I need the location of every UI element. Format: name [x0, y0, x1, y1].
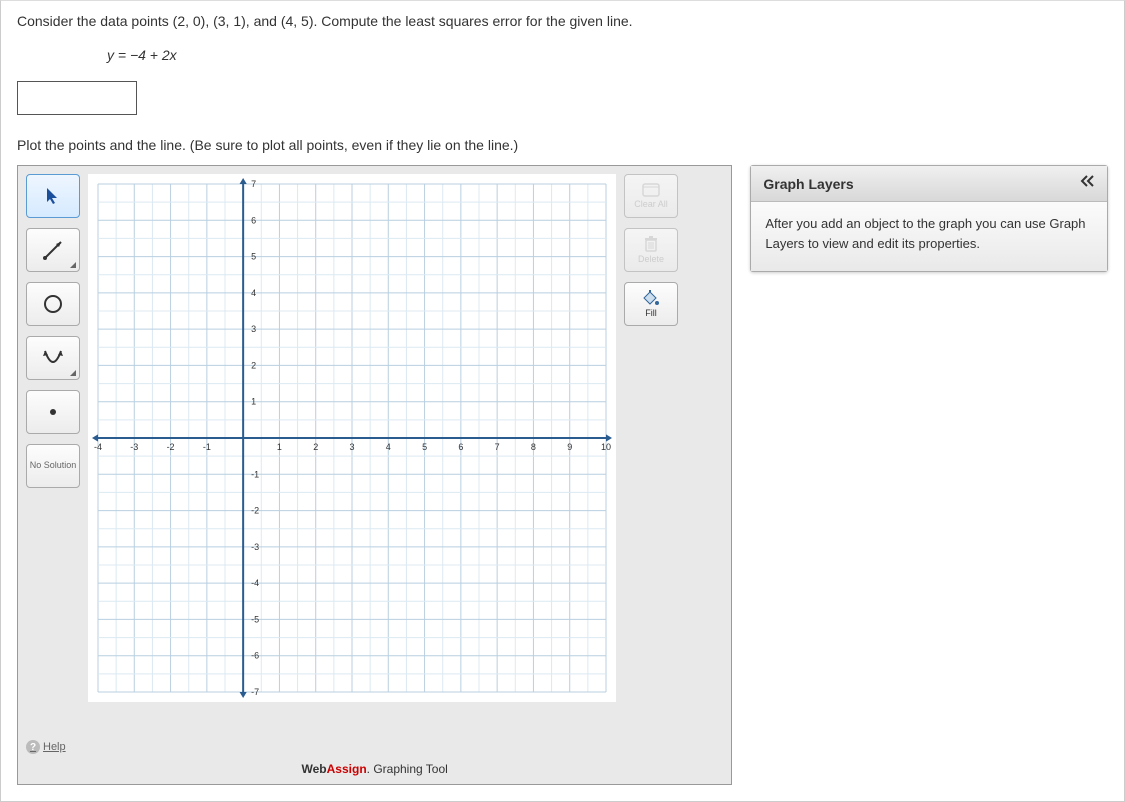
svg-text:2: 2 — [313, 442, 318, 452]
graph-footer: WebAssign. Graphing Tool — [26, 754, 723, 776]
delete-label: Delete — [638, 254, 664, 264]
pointer-icon — [44, 187, 62, 205]
parabola-icon — [42, 347, 64, 369]
question-container: Consider the data points (2, 0), (3, 1),… — [0, 0, 1125, 802]
svg-text:-6: -6 — [251, 651, 259, 661]
svg-text:-3: -3 — [251, 542, 259, 552]
graph-canvas[interactable]: -4 -3 -2 -1 1 2 3 4 5 6 7 8 9 10 -7 -6 -5 -4 -3 -2 -1 1 2 3 4 5 6 7 — [88, 174, 616, 702]
fill-label: Fill — [645, 308, 657, 318]
coordinate-grid: -4 -3 -2 -1 1 2 3 4 5 6 7 8 9 10 -7 -6 -5 -4 -3 -2 -1 1 2 3 4 5 6 7 — [88, 174, 616, 702]
brand-highlight: Assign — [327, 762, 367, 776]
svg-text:-5: -5 — [251, 614, 259, 624]
delete-button[interactable]: Delete — [624, 228, 678, 272]
point-icon — [47, 406, 59, 418]
brand-prefix: Web — [302, 762, 327, 776]
svg-text:-1: -1 — [251, 469, 259, 479]
clear-all-icon — [642, 183, 660, 197]
collapse-button[interactable] — [1079, 174, 1095, 193]
parabola-tool-button[interactable] — [26, 336, 80, 380]
help-icon: ? — [26, 740, 40, 754]
question-text: Consider the data points (2, 0), (3, 1),… — [17, 13, 1108, 29]
chevron-left-icon — [1079, 174, 1095, 188]
brand-suffix: . Graphing Tool — [367, 762, 448, 776]
svg-text:3: 3 — [251, 324, 256, 334]
svg-text:1: 1 — [251, 397, 256, 407]
svg-text:1: 1 — [277, 442, 282, 452]
svg-text:9: 9 — [567, 442, 572, 452]
svg-text:-4: -4 — [94, 442, 102, 452]
pointer-tool-button[interactable] — [26, 174, 80, 218]
graphing-tool-area: No Solution ? Help -4 -3 -2 -1 1 2 3 4 5 6 7 8 9 10 -7… — [17, 165, 1108, 785]
fill-icon — [643, 290, 659, 306]
svg-text:-7: -7 — [251, 687, 259, 697]
svg-text:3: 3 — [349, 442, 354, 452]
graph-layers-header: Graph Layers — [751, 166, 1107, 202]
plot-instruction: Plot the points and the line. (Be sure t… — [17, 137, 1108, 153]
svg-text:4: 4 — [386, 442, 391, 452]
graph-widget: No Solution ? Help -4 -3 -2 -1 1 2 3 4 5 6 7 8 9 10 -7… — [17, 165, 732, 785]
svg-text:6: 6 — [251, 215, 256, 225]
graph-layers-title: Graph Layers — [763, 176, 853, 192]
svg-text:-4: -4 — [251, 578, 259, 588]
help-link[interactable]: ? Help — [26, 740, 80, 754]
no-solution-button[interactable]: No Solution — [26, 444, 80, 488]
svg-text:4: 4 — [251, 288, 256, 298]
help-label: Help — [43, 741, 66, 753]
circle-tool-button[interactable] — [26, 282, 80, 326]
line-icon — [42, 239, 64, 261]
svg-text:7: 7 — [251, 179, 256, 189]
clear-all-button[interactable]: Clear All — [624, 174, 678, 218]
fill-button[interactable]: Fill — [624, 282, 678, 326]
svg-text:-3: -3 — [130, 442, 138, 452]
dropdown-indicator-icon — [70, 370, 76, 376]
dropdown-indicator-icon — [70, 262, 76, 268]
circle-icon — [42, 293, 64, 315]
svg-text:2: 2 — [251, 360, 256, 370]
svg-text:7: 7 — [495, 442, 500, 452]
graph-layers-body: After you add an object to the graph you… — [751, 202, 1107, 271]
graph-action-buttons: Clear All Delete — [624, 174, 678, 326]
svg-text:5: 5 — [251, 252, 256, 262]
answer-input[interactable] — [17, 81, 137, 115]
svg-text:-2: -2 — [167, 442, 175, 452]
point-tool-button[interactable] — [26, 390, 80, 434]
graph-layers-panel: Graph Layers After you add an object to … — [750, 165, 1108, 272]
svg-text:10: 10 — [601, 442, 611, 452]
no-solution-label: No Solution — [30, 461, 77, 471]
svg-text:5: 5 — [422, 442, 427, 452]
clear-all-label: Clear All — [634, 199, 668, 209]
svg-text:-2: -2 — [251, 506, 259, 516]
trash-icon — [644, 236, 658, 252]
graph-toolbar: No Solution ? Help — [26, 174, 80, 754]
svg-text:-1: -1 — [203, 442, 211, 452]
svg-text:6: 6 — [458, 442, 463, 452]
equation: y = −4 + 2x — [107, 47, 1108, 63]
line-tool-button[interactable] — [26, 228, 80, 272]
svg-text:8: 8 — [531, 442, 536, 452]
